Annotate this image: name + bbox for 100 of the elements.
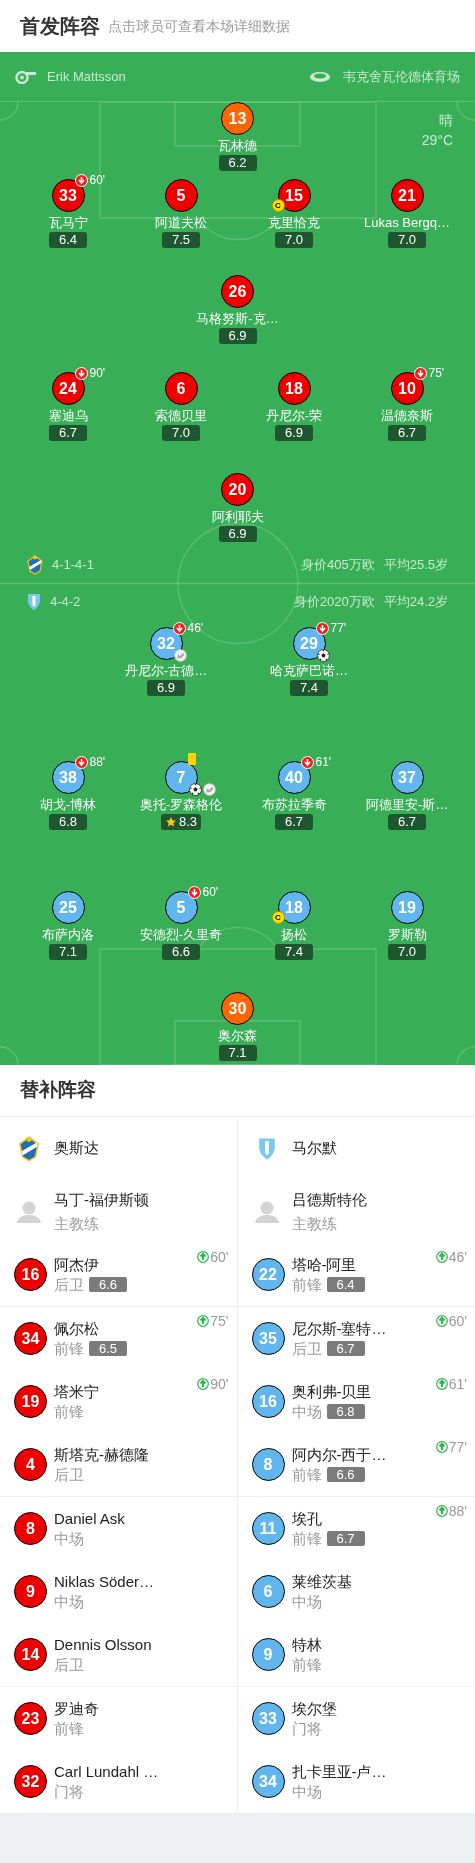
player-name[interactable]: 尼尔斯-塞特… — [291, 1318, 387, 1339]
rating-value: 6.6 — [171, 944, 191, 960]
formation-label: 4-1-4-1 — [52, 556, 94, 575]
rating-value: 7.0 — [284, 232, 304, 248]
player-number-badge[interactable]: 34 — [14, 1322, 47, 1355]
referee-name: Erik Mattsson — [47, 67, 126, 86]
player-number-badge[interactable]: 33 — [51, 179, 85, 212]
player-number-badge[interactable]: 18 — [277, 372, 311, 405]
substitution-on-icon — [435, 1441, 448, 1453]
player-number-badge[interactable]: 9 — [14, 1575, 47, 1608]
player-name: 马格努斯-克… — [196, 311, 279, 327]
player-name[interactable]: 佩尔松 — [54, 1318, 127, 1339]
player-name: 奥尔森 — [218, 1028, 257, 1044]
rating-value: 6.2 — [228, 155, 247, 171]
player-name[interactable]: 塔哈-阿里 — [291, 1254, 365, 1275]
rating-value: 6.9 — [228, 328, 247, 344]
substitution-minute: 88' — [448, 1503, 467, 1519]
player-position: 后卫 — [54, 1274, 84, 1295]
rating-value: 6.7 — [284, 814, 304, 830]
player-name: 哈克萨巴诺… — [270, 663, 348, 679]
player-number-badge[interactable]: 21 — [390, 179, 424, 212]
player-number-badge[interactable]: 20 — [221, 473, 254, 506]
rating-value: 8.3 — [178, 814, 198, 830]
rating-value: 7.0 — [171, 425, 191, 441]
player-name: 阿道夫松 — [155, 215, 207, 231]
player-position: 中场 — [291, 1781, 322, 1802]
player-number-badge[interactable]: 19 — [14, 1385, 47, 1418]
rating-value: 6.9 — [284, 425, 304, 441]
football-icon — [316, 649, 330, 662]
player-name[interactable]: 特林 — [291, 1634, 322, 1655]
player-number-badge[interactable]: 5 — [164, 179, 198, 212]
rating-badge: 6.6 — [89, 1277, 127, 1292]
player-name: 瓦马宁 — [48, 215, 88, 231]
substitution-minute: 75' — [428, 367, 445, 380]
player-name[interactable]: Carl Lundahl … — [54, 1761, 159, 1782]
player-name[interactable]: 埃尔堡 — [291, 1698, 337, 1719]
section-title: 首发阵容 — [20, 14, 100, 39]
player-number-badge[interactable]: 24 — [51, 372, 85, 405]
substitution-off-icon — [187, 886, 201, 899]
weather-text: 晴 — [439, 111, 453, 130]
player-name[interactable]: 莱维茨基 — [291, 1571, 352, 1592]
substitution-off-icon — [74, 367, 88, 380]
whistle-icon — [15, 69, 37, 84]
substitution-minute: 88' — [89, 756, 106, 769]
player-name[interactable]: 奥利弗-贝里 — [291, 1381, 372, 1402]
player-number-badge[interactable]: 14 — [14, 1638, 47, 1671]
team-crest-icon — [27, 555, 43, 575]
player-number-badge[interactable]: 30 — [221, 992, 254, 1025]
player-position: 前锋 — [54, 1401, 84, 1422]
player-name: 奥托-罗森格伦 — [139, 797, 223, 813]
player-name: 布苏拉季奇 — [261, 797, 327, 813]
player-name: 克里恰克 — [268, 215, 320, 231]
player-name[interactable]: 阿杰伊 — [54, 1254, 127, 1275]
rating-badge: 6.8 — [326, 1404, 365, 1419]
player-name[interactable]: Niklas Söder… — [54, 1571, 155, 1592]
player-number-badge[interactable]: 4 — [14, 1448, 47, 1481]
rating-value: 6.7 — [397, 814, 417, 830]
player-position: 前锋 — [291, 1654, 322, 1675]
player-number-badge[interactable]: 23 — [14, 1702, 47, 1735]
player-name[interactable]: 阿内尔-西于… — [291, 1444, 387, 1465]
player-number-badge[interactable]: 16 — [14, 1258, 47, 1291]
player-name: 索德贝里 — [155, 408, 207, 424]
avatar-placeholder-icon — [16, 1199, 42, 1224]
player-name[interactable]: 塔米宁 — [54, 1381, 99, 1402]
avatar-placeholder-icon — [253, 1199, 280, 1224]
substitution-minute: 60' — [89, 174, 106, 187]
player-position: 门将 — [54, 1781, 84, 1802]
rating-value: 7.4 — [299, 680, 319, 696]
player-name: 温德奈斯 — [381, 408, 433, 424]
rating-value: 7.0 — [397, 944, 417, 960]
substitution-minute: 90' — [89, 367, 106, 380]
player-position: 中场 — [54, 1528, 84, 1549]
player-number-badge[interactable]: 13 — [221, 102, 254, 135]
substitution-off-icon — [300, 756, 314, 769]
rating-value: 6.4 — [58, 232, 78, 248]
player-name[interactable]: 扎卡里亚-卢… — [291, 1761, 387, 1782]
player-name[interactable]: 斯塔克-赫德隆 — [54, 1444, 149, 1465]
player-number-badge[interactable]: 6 — [164, 372, 198, 405]
rating-badge: 6.7 — [326, 1531, 365, 1546]
player-number-badge[interactable]: 26 — [221, 275, 254, 308]
rating-value: 6.9 — [156, 680, 176, 696]
player-name: 阿利耶夫 — [211, 509, 264, 525]
player-position: 后卫 — [54, 1654, 84, 1675]
rating-badge: 6.4 — [326, 1277, 365, 1292]
substitution-on-icon — [197, 1315, 210, 1327]
player-name[interactable]: Daniel Ask — [54, 1508, 125, 1529]
coach-role: 主教练 — [54, 1213, 100, 1234]
team-crest-icon — [18, 1135, 40, 1162]
rating-value: 7.5 — [171, 232, 191, 248]
player-name[interactable]: 罗迪奇 — [54, 1698, 99, 1719]
player-number-badge[interactable]: 10 — [390, 372, 424, 405]
player-name[interactable]: Dennis Olsson — [54, 1634, 152, 1655]
team-crest-icon — [27, 592, 41, 612]
substitution-off-icon — [413, 367, 427, 380]
player-name[interactable]: 埃孔 — [291, 1508, 365, 1529]
rating-value: 6.8 — [58, 814, 78, 830]
player-name: 阿德里安-斯… — [365, 797, 449, 813]
coach-name: 吕德斯特伦 — [291, 1189, 367, 1210]
player-number-badge[interactable]: 32 — [14, 1765, 47, 1798]
player-number-badge[interactable]: 8 — [14, 1512, 47, 1545]
